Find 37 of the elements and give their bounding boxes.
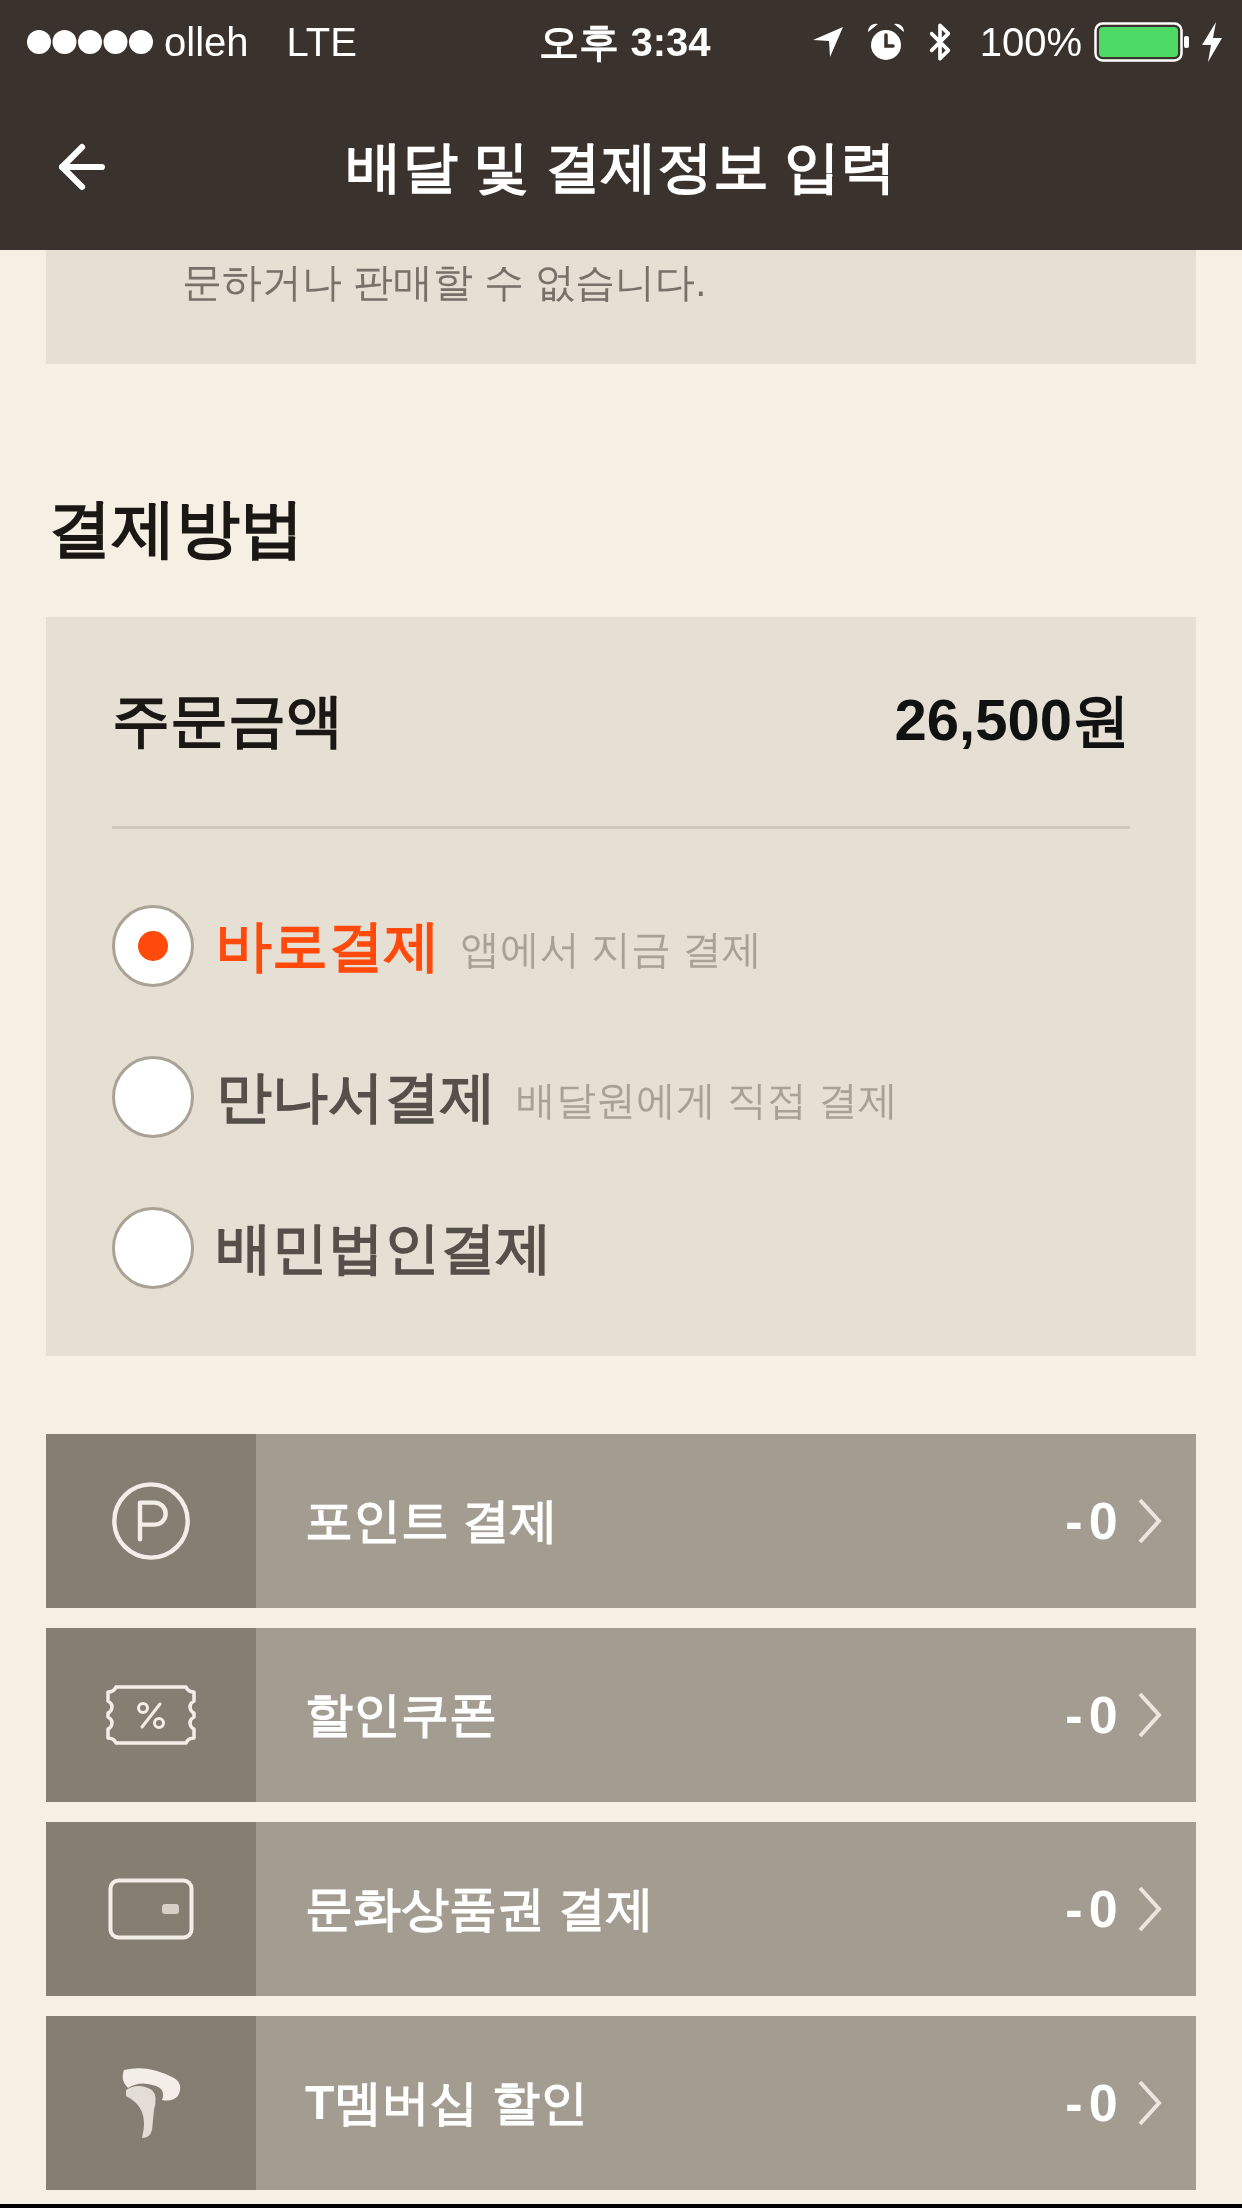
ticket-icon (104, 1684, 198, 1746)
status-time: 오후 3:34 (539, 19, 711, 66)
signal-icon (26, 29, 154, 55)
discount-row[interactable]: 포인트 결제 -0 (46, 1434, 1196, 1608)
location-arrow-icon (811, 26, 844, 58)
discount-amount: -0 (1065, 2073, 1124, 2134)
battery-icon (1094, 22, 1190, 62)
discount-label: 포인트 결제 (305, 1493, 559, 1549)
method-label: 바로결제 (216, 913, 440, 979)
chevron-right-icon (1138, 2080, 1162, 2126)
battery-percent: 100% (979, 19, 1082, 66)
carrier-name: olleh (164, 19, 249, 66)
discount-amount: -0 (1065, 1685, 1124, 1746)
page-title: 배달 및 결제정보 입력 (345, 134, 897, 200)
method-description: 앱에서 지금 결제 (460, 926, 763, 973)
discount-amount: -0 (1065, 1491, 1124, 1552)
method-description: 배달원에게 직접 결제 (516, 1077, 899, 1124)
discount-label: T멤버십 할인 (305, 2075, 588, 2131)
chevron-right-icon (1138, 1498, 1162, 1544)
discount-label: 할인쿠폰 (305, 1687, 497, 1743)
section-heading: 결제방법 (48, 494, 305, 562)
discount-row[interactable]: 문화상품권 결제 -0 (46, 1822, 1196, 1996)
notice-text: 문하거나 판매할 수 없습니다. (182, 260, 707, 304)
discount-label: 문화상품권 결제 (305, 1881, 655, 1937)
chevron-right-icon (1138, 1692, 1162, 1738)
alarm-clock-icon (865, 22, 906, 62)
order-amount-label: 주문금액 (112, 685, 344, 754)
discount-amount: -0 (1065, 1879, 1124, 1940)
method-label: 배민법인결제 (216, 1215, 552, 1281)
card-icon (108, 1878, 194, 1940)
method-label: 만나서결제 (216, 1064, 496, 1130)
chevron-right-icon (1138, 1886, 1162, 1932)
network-type: LTE (286, 19, 357, 66)
discount-row[interactable]: 할인쿠폰 -0 (46, 1628, 1196, 1802)
discount-row[interactable]: T멤버십 할인 -0 (46, 2016, 1196, 2190)
order-amount-value: 26,500원 (894, 685, 1130, 754)
charging-bolt-icon (1200, 22, 1224, 62)
